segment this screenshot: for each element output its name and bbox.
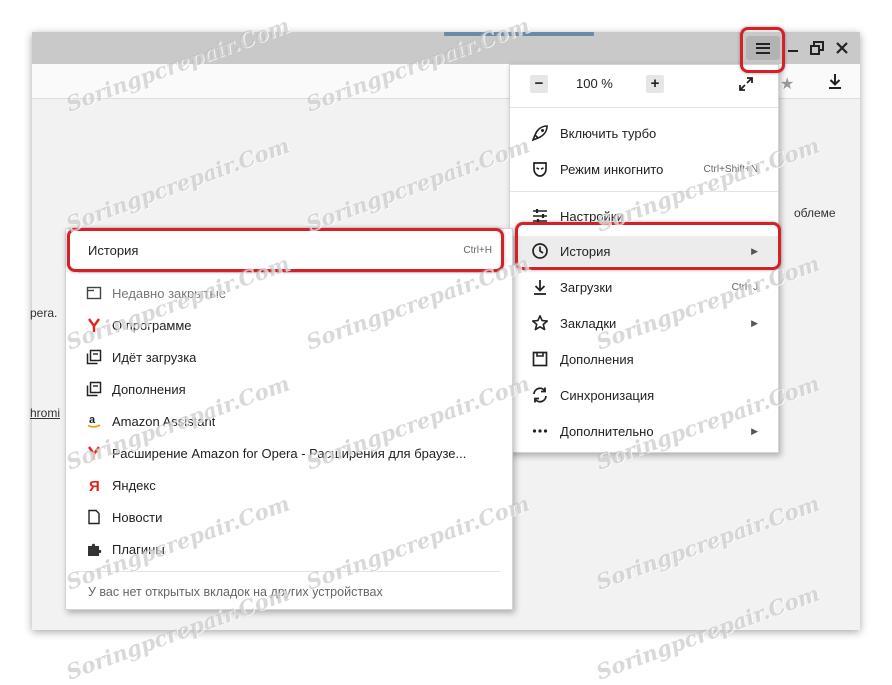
menu-item-label: Дополнения bbox=[560, 351, 634, 367]
history-item-label: Расширение Amazon for Opera - Расширения… bbox=[112, 445, 467, 461]
shortcut-hint: Ctrl+J bbox=[731, 281, 758, 293]
shortcut-hint: Ctrl+Shift+N bbox=[703, 163, 758, 175]
more-dots-icon bbox=[530, 421, 550, 441]
history-item-label: Идёт загрузка bbox=[112, 349, 197, 365]
yandex-y-icon bbox=[86, 445, 102, 461]
minimize-icon bbox=[788, 50, 798, 52]
history-item-label: О программе bbox=[112, 317, 192, 333]
history-item-label: Новости bbox=[112, 509, 163, 525]
no-synced-tabs-note: У вас нет открытых вкладок на других уст… bbox=[88, 585, 383, 599]
menu-item-addons[interactable]: Дополнения bbox=[510, 344, 778, 374]
zoom-controls: − 100 % + bbox=[510, 65, 778, 107]
puzzle-icon bbox=[86, 541, 102, 557]
history-item[interactable]: Расширение Amazon for Opera - Расширения… bbox=[66, 437, 512, 469]
history-item-label: Недавно закрытые bbox=[112, 285, 227, 301]
page-text: pera. bbox=[30, 306, 58, 320]
hamburger-icon bbox=[756, 42, 770, 54]
page-text: облеме bbox=[794, 206, 836, 220]
clock-icon bbox=[530, 241, 550, 261]
zoom-out-button[interactable]: − bbox=[530, 75, 548, 93]
menu-item-settings[interactable]: Настройки bbox=[510, 201, 778, 231]
history-header-label: История bbox=[88, 243, 139, 258]
menu-divider bbox=[510, 191, 778, 192]
menu-item-label: Синхронизация bbox=[560, 387, 655, 403]
submenu-arrow-icon: ▶ bbox=[751, 425, 758, 436]
close-button[interactable] bbox=[833, 39, 851, 57]
history-item[interactable]: Дополнения bbox=[66, 373, 512, 405]
settings-sliders-icon bbox=[530, 206, 550, 226]
menu-item-label: Загрузки bbox=[560, 279, 613, 295]
page-link[interactable]: hromi bbox=[30, 406, 60, 420]
addons-icon bbox=[530, 349, 550, 369]
bookmark-star-icon[interactable]: ★ bbox=[780, 74, 794, 94]
menu-item-label: История bbox=[560, 243, 611, 259]
sync-icon bbox=[530, 385, 550, 405]
history-item-label: Плагины bbox=[112, 541, 165, 557]
menu-button[interactable] bbox=[746, 36, 780, 60]
zoom-in-button[interactable]: + bbox=[646, 75, 664, 93]
menu-item-label: Настройки bbox=[560, 208, 624, 224]
rocket-icon bbox=[530, 123, 550, 143]
history-item[interactable]: a Amazon Assistant bbox=[66, 405, 512, 437]
menu-divider bbox=[78, 272, 500, 273]
tab-icon bbox=[86, 285, 102, 301]
page-icon bbox=[86, 509, 102, 525]
download-icon bbox=[530, 277, 550, 297]
menu-item-more[interactable]: Дополнительно ▶ bbox=[510, 416, 778, 446]
incognito-mask-icon bbox=[530, 159, 550, 179]
submenu-arrow-icon: ▶ bbox=[751, 317, 758, 328]
history-item-label: Дополнения bbox=[112, 381, 186, 397]
menu-item-turbo[interactable]: Включить турбо bbox=[510, 118, 778, 148]
menu-item-label: Дополнительно bbox=[560, 423, 654, 439]
menu-item-downloads[interactable]: Загрузки Ctrl+J bbox=[510, 272, 778, 302]
menu-item-label: Закладки bbox=[560, 315, 617, 331]
history-item[interactable]: О программе bbox=[66, 309, 512, 341]
pages-icon bbox=[86, 381, 102, 397]
history-item[interactable]: Новости bbox=[66, 501, 512, 533]
menu-item-history[interactable]: История ▶ bbox=[510, 236, 778, 266]
history-item[interactable]: Идёт загрузка bbox=[66, 341, 512, 373]
menu-item-sync[interactable]: Синхронизация bbox=[510, 380, 778, 410]
yandex-ya-icon: Я bbox=[86, 477, 102, 493]
history-header-item[interactable]: История Ctrl+H bbox=[66, 229, 512, 271]
yandex-y-icon bbox=[86, 317, 102, 333]
zoom-level: 100 % bbox=[576, 76, 613, 91]
menu-item-bookmarks[interactable]: Закладки ▶ bbox=[510, 308, 778, 338]
star-icon bbox=[530, 313, 550, 333]
active-tab-indicator bbox=[444, 32, 594, 36]
shortcut-hint: Ctrl+H bbox=[463, 245, 492, 256]
restore-icon bbox=[810, 41, 824, 55]
main-menu: − 100 % + Включить турбо Режим инкогнито… bbox=[509, 64, 779, 453]
history-item-label: Яндекс bbox=[112, 477, 156, 493]
menu-item-label: Режим инкогнито bbox=[560, 161, 664, 177]
amazon-icon: a bbox=[86, 413, 102, 429]
fullscreen-icon[interactable] bbox=[738, 76, 754, 92]
menu-divider bbox=[78, 571, 500, 572]
restore-button[interactable] bbox=[808, 39, 826, 57]
history-submenu: История Ctrl+H Недавно закрытые О програ… bbox=[65, 228, 513, 610]
history-item[interactable]: Я Яндекс bbox=[66, 469, 512, 501]
menu-divider bbox=[510, 107, 778, 108]
menu-item-incognito[interactable]: Режим инкогнито Ctrl+Shift+N bbox=[510, 154, 778, 184]
pages-icon bbox=[86, 349, 102, 365]
close-icon bbox=[836, 42, 848, 54]
submenu-arrow-icon: ▶ bbox=[751, 245, 758, 256]
download-icon[interactable] bbox=[826, 72, 844, 90]
title-bar bbox=[32, 32, 860, 64]
history-item-label: Amazon Assistant bbox=[112, 413, 216, 429]
history-item[interactable]: Недавно закрытые bbox=[66, 277, 512, 309]
menu-item-label: Включить турбо bbox=[560, 125, 657, 141]
svg-text:Я: Я bbox=[89, 478, 100, 493]
minimize-button[interactable] bbox=[784, 39, 802, 57]
svg-text:a: a bbox=[89, 414, 96, 426]
history-item[interactable]: Плагины bbox=[66, 533, 512, 565]
